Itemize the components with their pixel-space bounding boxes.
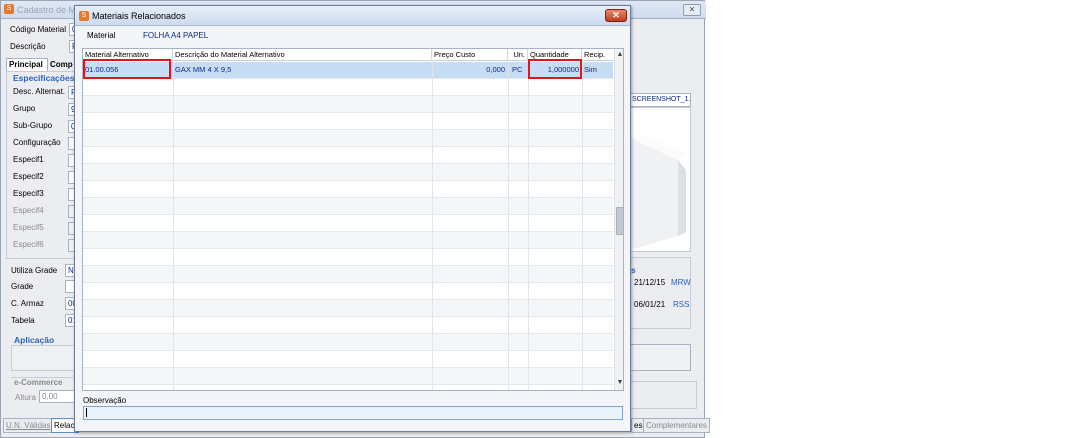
material-label: Material [87,31,116,40]
app-icon: S [79,11,89,21]
sub-grupo-label: Sub-Grupo [13,121,53,130]
material-value: FOLHA A4 PAPEL [143,31,209,40]
scroll-up-icon[interactable]: ▲ [615,50,623,60]
cell-recip[interactable]: Sim [582,62,613,79]
altura-field[interactable]: 0,00 [39,390,75,403]
c-armaz-label: C. Armaz [11,299,44,308]
table-row-empty[interactable] [83,147,613,164]
altura-label: Altura [15,393,36,402]
grupo-label: Grupo [13,104,36,113]
especif5-label: Especif5 [13,223,44,232]
table-row-empty[interactable] [83,198,613,215]
close-button[interactable]: ✕ [605,9,627,22]
table-row-empty[interactable] [83,79,613,96]
grade-label: Grade [11,282,34,291]
observacao-field[interactable] [83,406,623,420]
table-row-empty[interactable] [83,351,613,368]
tab-complementares[interactable]: Complementares [643,418,710,433]
configuracao-label: Configuração [13,138,61,147]
related-materials-grid[interactable]: Material Alternativo Descrição do Materi… [82,48,624,391]
observacao-label: Observação [83,396,127,405]
table-row-empty[interactable] [83,283,613,300]
column-header-descricao[interactable]: Descrição do Material Alternativo [173,49,432,61]
codigo-material-label: Código Material [10,25,67,34]
column-header-preco-custo[interactable]: Preço Custo [432,49,508,61]
table-row-empty[interactable] [83,249,613,266]
inclusao-user: MRW [671,278,691,287]
descricao-label: Descrição [10,42,46,51]
highlight-quantidade [528,59,582,79]
cell-un[interactable]: PC [510,62,528,79]
especificacoes-section-title: Especificações [13,73,75,83]
datas-section-mark: s [631,265,636,275]
app-icon: S [4,4,14,14]
table-row-empty[interactable] [83,300,613,317]
especif4-label: Especif4 [13,206,44,215]
scroll-thumb[interactable] [616,207,623,235]
table-row-empty[interactable] [83,164,613,181]
product-image [629,107,691,252]
cell-descricao[interactable]: GAX MM 4 X 9,5 [173,62,432,79]
table-row-empty[interactable] [83,317,613,334]
text-caret [86,408,87,417]
tabela-label: Tabela [11,316,35,325]
column-header-un[interactable]: Un. [508,49,528,61]
ecommerce-section-title: e-Commerce [14,378,63,387]
table-row-empty[interactable] [83,215,613,232]
table-row-empty[interactable] [83,113,613,130]
table-row-empty[interactable] [83,96,613,113]
aplicacao-section-title: Aplicação [14,335,55,345]
vertical-scrollbar[interactable]: ▲ ▼ [614,49,623,390]
scroll-down-icon[interactable]: ▼ [615,378,623,388]
especif1-label: Especif1 [13,155,44,164]
highlight-material-alternativo [83,59,171,79]
table-row-empty[interactable] [83,232,613,249]
especif2-label: Especif2 [13,172,44,181]
especif6-label: Especif6 [13,240,44,249]
alteracao-user: RSS [673,300,690,309]
cell-preco-custo[interactable]: 0,000 [432,62,508,79]
image-filename: SCREENSHOT_1. [629,93,691,107]
background-window-title: Cadastro de Ma [17,5,82,15]
table-row-empty[interactable] [83,266,613,283]
desc-alternat-label: Desc. Alternat. [13,87,66,96]
aplicacao-box[interactable] [11,345,77,371]
dialog-titlebar: S Materiais Relacionados ✕ [75,6,630,26]
table-row-empty[interactable] [83,334,613,351]
column-header-recip[interactable]: Recip. [582,49,613,61]
table-row-empty[interactable] [83,368,613,385]
tab-un-validas[interactable]: U.N. Válidas [3,418,54,433]
aplicacao-right-box[interactable] [629,344,691,371]
table-row-empty[interactable] [83,181,613,198]
especif3-label: Especif3 [13,189,44,198]
inclusao-date: 21/12/15 [634,278,666,287]
table-row-empty[interactable] [83,130,613,147]
close-icon[interactable]: ✕ [683,4,701,16]
dialog-title: Materiais Relacionados [92,11,186,21]
utiliza-grade-label: Utiliza Grade [11,266,58,275]
alteracao-date: 06/01/21 [634,300,666,309]
tab-principal[interactable]: Principal [6,58,48,71]
